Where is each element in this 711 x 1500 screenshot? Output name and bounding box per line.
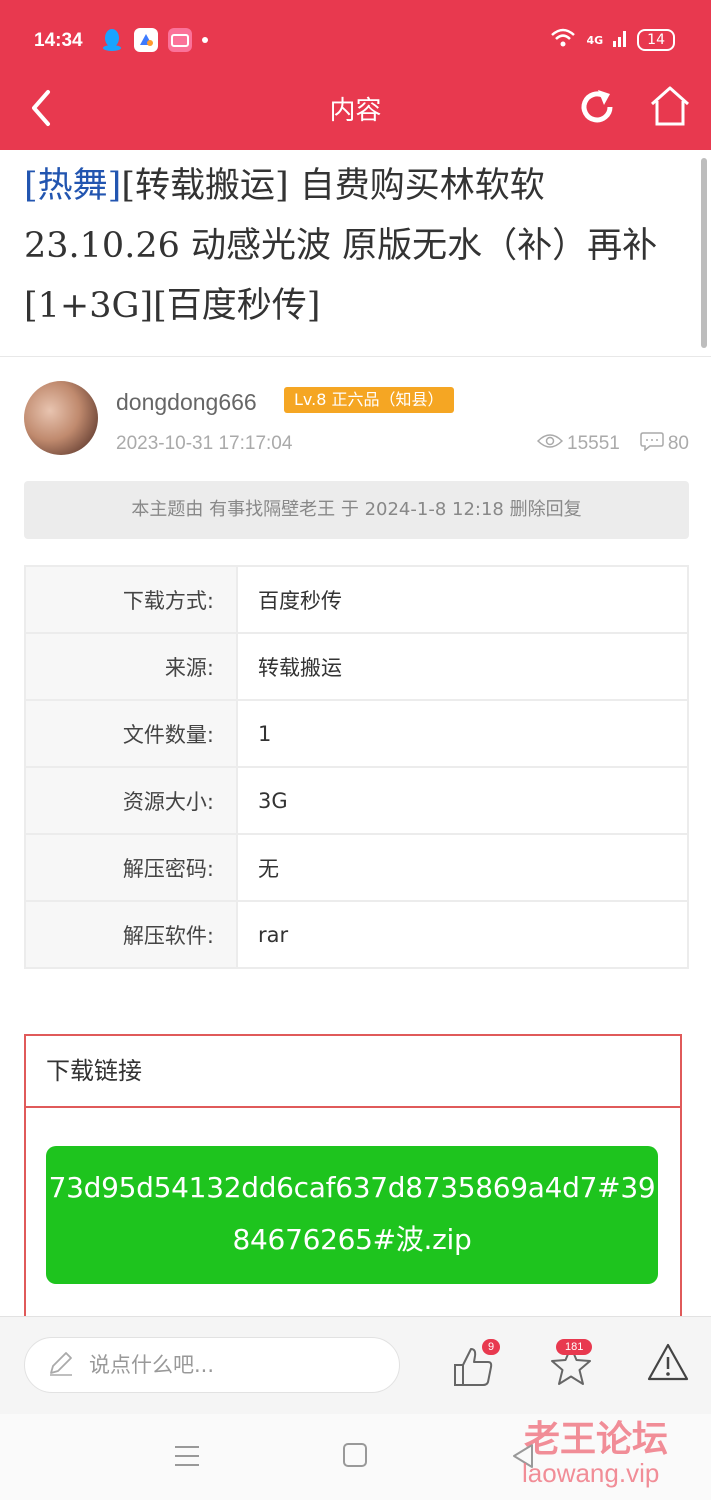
notification-dot-icon [202, 37, 208, 43]
post-content[interactable]: [热舞][转载搬运] 自费购买林软软23.10.26 动感光波 原版无水（补）再… [0, 150, 711, 1316]
scrollbar[interactable] [701, 158, 707, 348]
comment-bubble-icon [640, 431, 664, 457]
network-type: 4G [586, 33, 604, 47]
avatar[interactable] [24, 381, 98, 455]
bottom-action-bar: 9 181 [0, 1316, 711, 1415]
views-count: 15551 [567, 433, 620, 454]
home-icon[interactable] [646, 82, 694, 130]
table-row: 文件数量: 1 [24, 699, 689, 768]
refresh-icon[interactable] [574, 84, 620, 130]
row-value: 转载搬运 [236, 632, 689, 701]
moderation-notice: 本主题由 有事找隔壁老王 于 2024-1-8 12:18 删除回复 [24, 481, 689, 539]
row-label: 解压软件: [24, 900, 238, 969]
row-label: 资源大小: [24, 766, 238, 835]
menu-icon[interactable] [174, 1444, 200, 1468]
watermark-title: 老王论坛 [524, 1419, 669, 1460]
level-badge: Lv.8 正六品（知县） [284, 387, 454, 413]
app-icon [134, 28, 158, 52]
comment-input[interactable] [87, 1352, 381, 1378]
download-header: 下载链接 [26, 1036, 680, 1108]
post-stats: 15551 80 [536, 431, 689, 457]
views-stat: 15551 [536, 433, 620, 455]
row-value: 3G [236, 766, 689, 835]
row-value: rar [236, 900, 689, 969]
favorite-count-badge: 181 [556, 1339, 593, 1355]
wifi-icon [550, 28, 576, 52]
table-row: 解压密码: 无 [24, 833, 689, 902]
table-row: 资源大小: 3G [24, 766, 689, 835]
star-icon [548, 1346, 594, 1393]
post-title: [热舞][转载搬运] 自费购买林软软23.10.26 动感光波 原版无水（补）再… [0, 150, 711, 336]
row-label: 文件数量: [24, 699, 238, 768]
status-indicators: 4G 14 [550, 28, 675, 52]
qq-icon [100, 28, 124, 52]
resource-info-table: 下载方式: 百度秒传 来源: 转载搬运 文件数量: 1 资源大小: 3G 解压密… [24, 565, 689, 969]
status-app-icons [100, 28, 208, 52]
row-value: 百度秒传 [236, 565, 689, 634]
row-label: 来源: [24, 632, 238, 701]
table-row: 来源: 转载搬运 [24, 632, 689, 701]
battery-level: 14 [637, 29, 675, 51]
row-label: 解压密码: [24, 833, 238, 902]
system-nav-bar: 老王论坛 laowang.vip [0, 1414, 711, 1500]
table-row: 下载方式: 百度秒传 [24, 565, 689, 634]
home-square-icon[interactable] [342, 1442, 368, 1468]
author-name[interactable]: dongdong666 [116, 389, 257, 416]
like-count-badge: 9 [482, 1339, 501, 1355]
watermark-url: laowang.vip [522, 1458, 660, 1488]
eye-icon [536, 433, 564, 455]
post-time: 2023-10-31 17:17:04 [116, 433, 293, 454]
pencil-icon [47, 1349, 75, 1381]
warning-icon [646, 1343, 690, 1389]
row-label: 下载方式: [24, 565, 238, 634]
comment-input-box[interactable] [24, 1337, 400, 1393]
table-row: 解压软件: rar [24, 900, 689, 969]
replies-count: 80 [667, 433, 689, 454]
row-value: 无 [236, 833, 689, 902]
author-section: dongdong666 Lv.8 正六品（知县） 2023-10-31 17:1… [0, 357, 711, 481]
bilibili-icon [168, 28, 192, 52]
post-category-tag[interactable]: [热舞] [24, 166, 121, 206]
nav-bar: 内容 [0, 70, 711, 150]
replies-stat: 80 [640, 431, 689, 457]
row-value: 1 [236, 699, 689, 768]
signal-icon [613, 29, 627, 51]
download-link-button[interactable]: 73d95d54132dd6caf637d8735869a4d7#3984676… [46, 1146, 658, 1284]
download-box: 下载链接 73d95d54132dd6caf637d8735869a4d7#39… [24, 1034, 682, 1316]
status-time: 14:34 [34, 30, 83, 51]
report-button[interactable] [646, 1341, 690, 1385]
thumbs-up-icon [452, 1348, 496, 1393]
